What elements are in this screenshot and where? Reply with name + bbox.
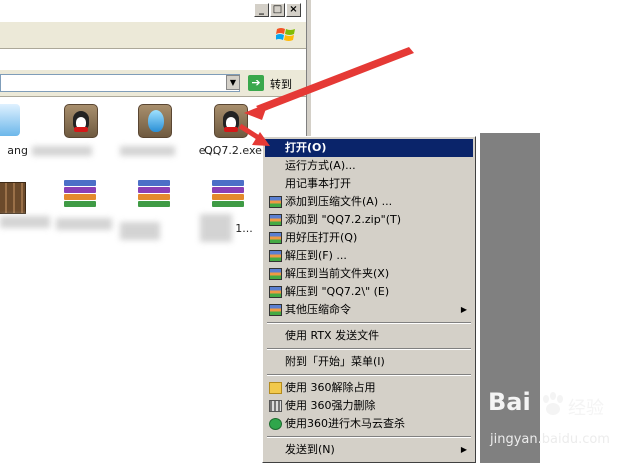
annotation-arrow [256, 47, 414, 112]
baidu-watermark: Bai 经验 jingyan.baidu.com [468, 388, 628, 458]
watermark-logo: Bai [488, 388, 531, 416]
watermark-suffix: 经验 [568, 398, 604, 419]
arrow-head-icon [244, 103, 268, 120]
watermark-site: jingyan.baidu.com [490, 432, 610, 447]
baidu-paw-icon [543, 392, 563, 415]
